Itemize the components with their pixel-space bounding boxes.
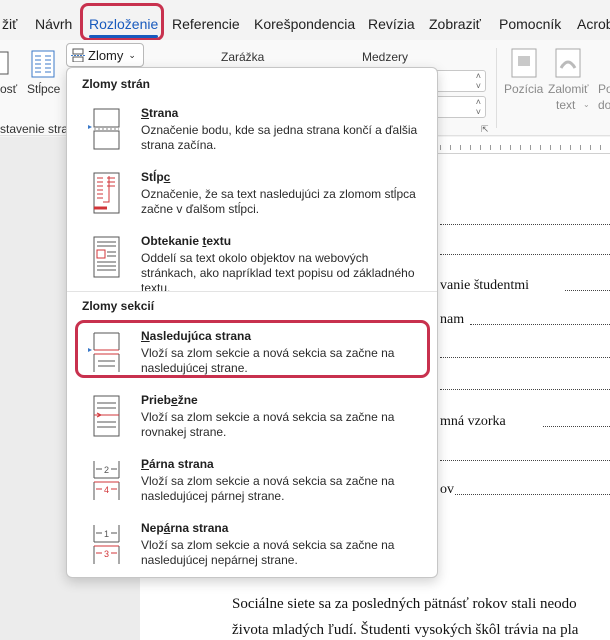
orientation-label[interactable]: osť <box>0 82 17 96</box>
menu-item-title: Obtekanie textu <box>141 234 232 248</box>
columns-label[interactable]: Stĺpce <box>27 82 60 96</box>
tab-review[interactable]: Revízia <box>368 16 415 32</box>
section-breaks-header: Zlomy sekcií <box>82 299 155 313</box>
svg-text:3: 3 <box>104 549 109 559</box>
toc-line: mná vzorka <box>440 414 506 429</box>
position-icon[interactable] <box>511 48 537 78</box>
wrap-text-label[interactable]: Zalomiť <box>548 82 589 96</box>
menu-item-description: Označenie, že sa text nasledujúci za zlo… <box>141 187 416 216</box>
menu-item-column-break[interactable]: Stĺpc Označenie, že sa text nasledujúci … <box>67 170 437 232</box>
menu-item-description: Vloží sa zlom sekcie a nová sekcia sa za… <box>141 538 395 567</box>
chevron-down-icon: ⌄ <box>128 49 136 60</box>
position-label[interactable]: Pozícia <box>504 82 543 96</box>
toc-line: nam <box>440 312 465 327</box>
spacing-label: Medzery <box>362 50 409 64</box>
spin-down-icon[interactable]: ˅ <box>476 107 481 117</box>
chevron-down-icon: ⌄ <box>583 100 590 109</box>
menu-item-text-wrapping-break[interactable]: Obtekanie textu Oddelí sa text okolo obj… <box>67 234 437 296</box>
menu-item-odd-page-section[interactable]: 1 3 Nepárna strana Vloží sa zlom sekcie … <box>67 521 437 583</box>
menu-item-title: Párna strana <box>141 457 214 471</box>
spacing-before-input[interactable]: ˄ ˅ <box>430 70 486 92</box>
bring-forward-label-2[interactable]: do <box>598 98 610 112</box>
tab-help[interactable]: Pomocník <box>499 16 561 32</box>
menu-item-description: Označenie bodu, kde sa jedna strana konč… <box>141 123 418 152</box>
toc-line: ov <box>440 482 454 497</box>
toc-leader <box>440 357 610 358</box>
text-wrapping-break-icon <box>93 236 120 278</box>
column-break-icon <box>93 172 120 214</box>
page-breaks-header: Zlomy strán <box>82 77 151 91</box>
odd-page-section-icon: 1 3 <box>93 525 120 564</box>
toc-leader <box>455 494 610 495</box>
even-page-section-icon: 2 4 <box>93 461 120 500</box>
menu-item-description: Vloží sa zlom sekcie a nová sekcia sa za… <box>141 410 395 439</box>
tab-view[interactable]: Zobraziť <box>429 16 481 32</box>
wrap-text-label-2[interactable]: text <box>556 98 575 112</box>
body-paragraph-line: Sociálne siete sa za posledných pätnásť … <box>232 596 577 612</box>
continuous-section-icon <box>93 395 120 437</box>
columns-icon[interactable] <box>31 50 55 78</box>
menu-item-title: Stĺpc <box>141 170 171 184</box>
spin-up-icon[interactable]: ˄ <box>476 97 481 107</box>
wrap-text-icon[interactable] <box>555 48 581 78</box>
menu-item-description: Vloží sa zlom sekcie a nová sekcia sa za… <box>141 474 395 503</box>
toc-leader <box>440 460 610 461</box>
toc-leader <box>440 254 610 255</box>
menu-item-title: Strana <box>141 106 179 120</box>
menu-item-title: Nepárna strana <box>141 521 229 535</box>
toc-leader <box>440 389 610 390</box>
menu-item-description: Oddelí sa text okolo objektov na webovýc… <box>141 251 415 295</box>
svg-text:1: 1 <box>104 529 109 539</box>
tab-references[interactable]: Referencie <box>172 16 240 32</box>
tab-file[interactable]: žiť <box>2 16 17 32</box>
menu-divider <box>67 291 437 292</box>
toc-leader <box>470 324 610 325</box>
body-paragraph-line: života mladých ľudí. Študenti vysokých š… <box>232 622 579 638</box>
bring-forward-label[interactable]: Po <box>598 82 610 96</box>
menu-item-title: Priebežne <box>141 393 198 407</box>
indent-label: Zarážka <box>221 50 265 64</box>
menu-item-even-page-section[interactable]: 2 4 Párna strana Vloží sa zlom sekcie a … <box>67 457 437 519</box>
svg-text:4: 4 <box>104 485 109 495</box>
toc-leader <box>543 426 610 427</box>
breaks-button[interactable]: Zlomy ⌄ <box>66 43 144 67</box>
ribbon-separator <box>496 48 497 128</box>
orientation-icon[interactable] <box>0 50 10 80</box>
svg-text:2: 2 <box>104 465 109 475</box>
toc-line: vanie študentmi <box>440 278 530 293</box>
ribbon-tabs: žiť Návrh Rozloženie Referencie Korešpon… <box>0 0 610 44</box>
breaks-label: Zlomy <box>88 47 124 63</box>
spacing-after-input[interactable]: ˄ ˅ <box>430 96 486 118</box>
toc-leader <box>440 224 610 225</box>
spin-up-icon[interactable]: ˄ <box>476 71 481 81</box>
toc-leader <box>565 290 610 291</box>
selected-item-highlight-frame <box>75 320 430 378</box>
tab-design[interactable]: Návrh <box>35 16 72 32</box>
menu-item-page-break[interactable]: Strana Označenie bodu, kde sa jedna stra… <box>67 106 437 168</box>
paragraph-dialog-launcher-icon[interactable]: ⇱ <box>481 124 489 135</box>
tab-mailings[interactable]: Korešpondencia <box>254 16 355 32</box>
spin-down-icon[interactable]: ˅ <box>476 81 481 91</box>
tab-acrobat[interactable]: Acrobat <box>577 16 610 32</box>
tab-highlight-frame <box>80 3 164 41</box>
page-break-icon <box>88 108 120 150</box>
menu-item-continuous-section[interactable]: Priebežne Vloží sa zlom sekcie a nová se… <box>67 393 437 455</box>
breaks-icon <box>71 48 85 62</box>
